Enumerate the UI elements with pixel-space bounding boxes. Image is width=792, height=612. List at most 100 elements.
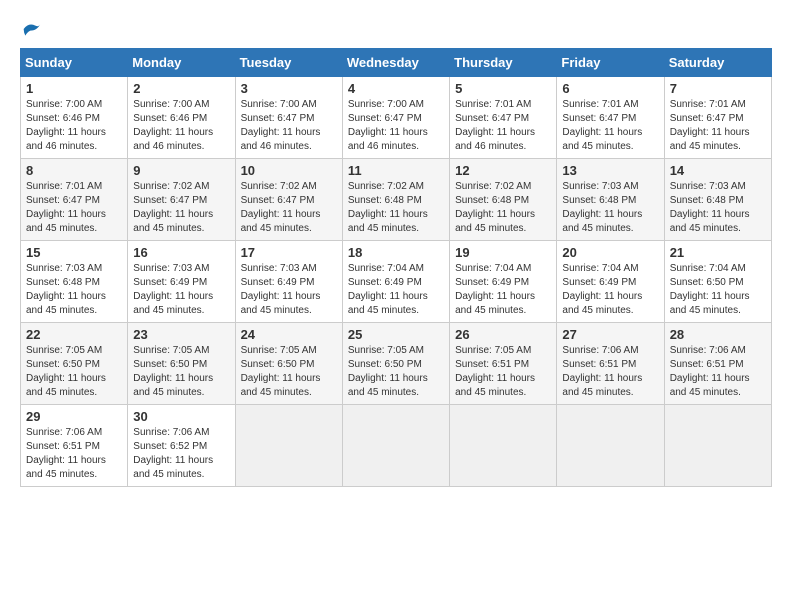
day-number: 1	[26, 81, 122, 96]
day-info: Sunrise: 7:02 AM Sunset: 6:47 PM Dayligh…	[133, 180, 229, 236]
day-number: 20	[562, 245, 658, 260]
day-info: Sunrise: 7:05 AM Sunset: 6:51 PM Dayligh…	[455, 344, 551, 400]
day-info: Sunrise: 7:03 AM Sunset: 6:48 PM Dayligh…	[26, 262, 122, 318]
day-info: Sunrise: 7:06 AM Sunset: 6:52 PM Dayligh…	[133, 426, 229, 482]
day-number: 7	[670, 81, 766, 96]
day-number: 10	[241, 163, 337, 178]
day-number: 30	[133, 409, 229, 424]
day-info: Sunrise: 7:06 AM Sunset: 6:51 PM Dayligh…	[670, 344, 766, 400]
table-row: 4 Sunrise: 7:00 AM Sunset: 6:47 PM Daylig…	[342, 77, 449, 159]
day-number: 3	[241, 81, 337, 96]
day-number: 11	[348, 163, 444, 178]
day-info: Sunrise: 7:05 AM Sunset: 6:50 PM Dayligh…	[348, 344, 444, 400]
day-number: 23	[133, 327, 229, 342]
calendar-header-row: Sunday Monday Tuesday Wednesday Thursday…	[21, 49, 772, 77]
day-info: Sunrise: 7:05 AM Sunset: 6:50 PM Dayligh…	[26, 344, 122, 400]
calendar-week-row: 8 Sunrise: 7:01 AM Sunset: 6:47 PM Daylig…	[21, 159, 772, 241]
day-info: Sunrise: 7:02 AM Sunset: 6:47 PM Dayligh…	[241, 180, 337, 236]
day-number: 5	[455, 81, 551, 96]
day-info: Sunrise: 7:00 AM Sunset: 6:47 PM Dayligh…	[241, 98, 337, 154]
day-number: 18	[348, 245, 444, 260]
day-number: 25	[348, 327, 444, 342]
day-info: Sunrise: 7:04 AM Sunset: 6:49 PM Dayligh…	[455, 262, 551, 318]
table-row: 25 Sunrise: 7:05 AM Sunset: 6:50 PM Dayli…	[342, 323, 449, 405]
day-number: 29	[26, 409, 122, 424]
table-row: 8 Sunrise: 7:01 AM Sunset: 6:47 PM Daylig…	[21, 159, 128, 241]
day-number: 22	[26, 327, 122, 342]
table-row: 16 Sunrise: 7:03 AM Sunset: 6:49 PM Dayli…	[128, 241, 235, 323]
day-number: 14	[670, 163, 766, 178]
table-row: 15 Sunrise: 7:03 AM Sunset: 6:48 PM Dayli…	[21, 241, 128, 323]
table-row: 17 Sunrise: 7:03 AM Sunset: 6:49 PM Dayli…	[235, 241, 342, 323]
table-row	[342, 405, 449, 487]
day-number: 28	[670, 327, 766, 342]
table-row: 7 Sunrise: 7:01 AM Sunset: 6:47 PM Daylig…	[664, 77, 771, 159]
table-row: 5 Sunrise: 7:01 AM Sunset: 6:47 PM Daylig…	[450, 77, 557, 159]
calendar-week-row: 15 Sunrise: 7:03 AM Sunset: 6:48 PM Dayli…	[21, 241, 772, 323]
logo	[20, 20, 42, 38]
table-row: 1 Sunrise: 7:00 AM Sunset: 6:46 PM Daylig…	[21, 77, 128, 159]
table-row: 13 Sunrise: 7:03 AM Sunset: 6:48 PM Dayli…	[557, 159, 664, 241]
day-number: 12	[455, 163, 551, 178]
table-row: 28 Sunrise: 7:06 AM Sunset: 6:51 PM Dayli…	[664, 323, 771, 405]
calendar-week-row: 1 Sunrise: 7:00 AM Sunset: 6:46 PM Daylig…	[21, 77, 772, 159]
day-info: Sunrise: 7:00 AM Sunset: 6:46 PM Dayligh…	[133, 98, 229, 154]
day-number: 15	[26, 245, 122, 260]
day-number: 9	[133, 163, 229, 178]
day-info: Sunrise: 7:03 AM Sunset: 6:48 PM Dayligh…	[562, 180, 658, 236]
table-row: 26 Sunrise: 7:05 AM Sunset: 6:51 PM Dayli…	[450, 323, 557, 405]
day-info: Sunrise: 7:04 AM Sunset: 6:49 PM Dayligh…	[348, 262, 444, 318]
day-number: 2	[133, 81, 229, 96]
day-info: Sunrise: 7:04 AM Sunset: 6:50 PM Dayligh…	[670, 262, 766, 318]
day-info: Sunrise: 7:02 AM Sunset: 6:48 PM Dayligh…	[348, 180, 444, 236]
table-row: 14 Sunrise: 7:03 AM Sunset: 6:48 PM Dayli…	[664, 159, 771, 241]
calendar-week-row: 29Sunrise: 7:06 AM Sunset: 6:51 PM Dayli…	[21, 405, 772, 487]
col-monday: Monday	[128, 49, 235, 77]
table-row	[235, 405, 342, 487]
day-info: Sunrise: 7:05 AM Sunset: 6:50 PM Dayligh…	[133, 344, 229, 400]
logo-bird-icon	[22, 20, 42, 38]
table-row: 11 Sunrise: 7:02 AM Sunset: 6:48 PM Dayli…	[342, 159, 449, 241]
calendar-table: Sunday Monday Tuesday Wednesday Thursday…	[20, 48, 772, 487]
table-row: 6Sunrise: 7:01 AM Sunset: 6:47 PM Daylig…	[557, 77, 664, 159]
table-row: 19 Sunrise: 7:04 AM Sunset: 6:49 PM Dayli…	[450, 241, 557, 323]
table-row: 10 Sunrise: 7:02 AM Sunset: 6:47 PM Dayli…	[235, 159, 342, 241]
day-info: Sunrise: 7:05 AM Sunset: 6:50 PM Dayligh…	[241, 344, 337, 400]
day-number: 24	[241, 327, 337, 342]
calendar-week-row: 22 Sunrise: 7:05 AM Sunset: 6:50 PM Dayli…	[21, 323, 772, 405]
table-row: 9 Sunrise: 7:02 AM Sunset: 6:47 PM Daylig…	[128, 159, 235, 241]
table-row: 12 Sunrise: 7:02 AM Sunset: 6:48 PM Dayli…	[450, 159, 557, 241]
table-row: 18 Sunrise: 7:04 AM Sunset: 6:49 PM Dayli…	[342, 241, 449, 323]
table-row: 27Sunrise: 7:06 AM Sunset: 6:51 PM Dayli…	[557, 323, 664, 405]
day-number: 26	[455, 327, 551, 342]
day-info: Sunrise: 7:04 AM Sunset: 6:49 PM Dayligh…	[562, 262, 658, 318]
day-info: Sunrise: 7:02 AM Sunset: 6:48 PM Dayligh…	[455, 180, 551, 236]
day-info: Sunrise: 7:00 AM Sunset: 6:46 PM Dayligh…	[26, 98, 122, 154]
day-number: 6	[562, 81, 658, 96]
table-row: 21 Sunrise: 7:04 AM Sunset: 6:50 PM Dayli…	[664, 241, 771, 323]
day-number: 13	[562, 163, 658, 178]
table-row: 24 Sunrise: 7:05 AM Sunset: 6:50 PM Dayli…	[235, 323, 342, 405]
table-row	[557, 405, 664, 487]
col-friday: Friday	[557, 49, 664, 77]
day-info: Sunrise: 7:01 AM Sunset: 6:47 PM Dayligh…	[670, 98, 766, 154]
day-info: Sunrise: 7:03 AM Sunset: 6:49 PM Dayligh…	[241, 262, 337, 318]
table-row	[664, 405, 771, 487]
day-number: 4	[348, 81, 444, 96]
day-number: 21	[670, 245, 766, 260]
table-row: 22 Sunrise: 7:05 AM Sunset: 6:50 PM Dayli…	[21, 323, 128, 405]
day-info: Sunrise: 7:03 AM Sunset: 6:48 PM Dayligh…	[670, 180, 766, 236]
day-number: 17	[241, 245, 337, 260]
day-number: 19	[455, 245, 551, 260]
day-info: Sunrise: 7:00 AM Sunset: 6:47 PM Dayligh…	[348, 98, 444, 154]
table-row: 30 Sunrise: 7:06 AM Sunset: 6:52 PM Dayli…	[128, 405, 235, 487]
col-saturday: Saturday	[664, 49, 771, 77]
page-header	[20, 20, 772, 38]
day-number: 16	[133, 245, 229, 260]
day-info: Sunrise: 7:01 AM Sunset: 6:47 PM Dayligh…	[455, 98, 551, 154]
day-info: Sunrise: 7:03 AM Sunset: 6:49 PM Dayligh…	[133, 262, 229, 318]
day-number: 8	[26, 163, 122, 178]
col-sunday: Sunday	[21, 49, 128, 77]
day-info: Sunrise: 7:01 AM Sunset: 6:47 PM Dayligh…	[26, 180, 122, 236]
col-tuesday: Tuesday	[235, 49, 342, 77]
